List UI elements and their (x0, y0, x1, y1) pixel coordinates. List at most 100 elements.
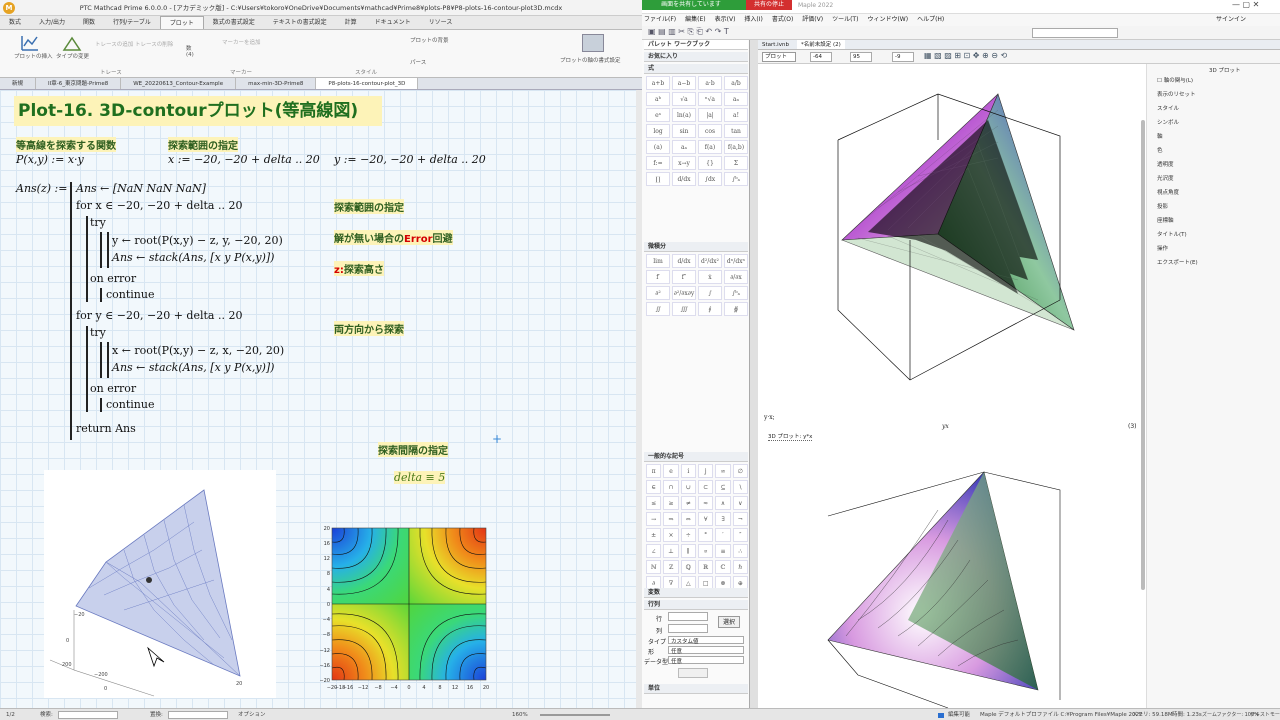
surface-plot-3d[interactable]: 200 0 −200 20 −20 0 (44, 470, 276, 698)
matrix-datatype-select[interactable]: 任意 (668, 656, 744, 665)
menu-window[interactable]: ウィンドウ(W) (867, 14, 908, 26)
doc-tab-tokyo[interactable]: II章-6_東京問題-Prime8 (36, 78, 122, 89)
palette-cell[interactable]: ∏ (646, 172, 670, 186)
theta-input[interactable]: -64 (810, 52, 832, 62)
maple-contour-surface-plot[interactable] (798, 460, 1118, 708)
palette-cell[interactable]: ⇔ (680, 512, 696, 526)
ribbon-tab-plot[interactable]: プロット (159, 16, 204, 29)
ribbon-tab-math[interactable]: 数式 (0, 16, 30, 29)
plot-background-button[interactable]: プロットの背景 (410, 36, 449, 44)
palette-cell[interactable]: ≤ (646, 496, 662, 510)
ribbon-tab-matrix[interactable]: 行列/テーブル (104, 16, 160, 29)
palette-cell[interactable]: ⊂ (697, 480, 714, 494)
ctx-title[interactable]: タイトル(T) (1157, 230, 1187, 238)
palette-cell[interactable]: ∈ (646, 480, 662, 494)
palette-matrix[interactable]: 行列 (644, 600, 748, 610)
doc-tab-contour-3d[interactable]: P8-plots-16-contour-plot_3D (316, 78, 419, 89)
ribbon-tab-text-format[interactable]: テキストの書式設定 (264, 16, 336, 29)
plot-mode-dropdown[interactable]: プロット (762, 52, 796, 62)
palette-cell[interactable]: a−b (672, 76, 696, 90)
palette-cell[interactable]: d/dx (672, 254, 696, 268)
palette-cell[interactable]: ∫ᵇₐ (724, 286, 748, 300)
palette-cell[interactable]: ∂/∂x (724, 270, 748, 284)
palette-cell[interactable]: ∝ (697, 544, 714, 558)
input-yx[interactable]: y·x; (764, 414, 775, 421)
ctx-color[interactable]: 色 (1157, 146, 1163, 154)
palette-cell[interactable]: ∂²/∂x∂y (672, 286, 696, 300)
ctx-export[interactable]: エクスポート(E) (1157, 258, 1198, 266)
palette-cell[interactable]: ∬ (646, 302, 670, 316)
plot-tool-icons[interactable]: ▦ ▧ ▨ ⊞ ⊡ ✥ ⊕ ⊖ ⟲ (924, 51, 1007, 60)
palette-cell[interactable]: ⁿ√a (698, 92, 722, 106)
ribbon-tab-io[interactable]: 入力/出力 (30, 16, 74, 29)
doc-tab-contour-example[interactable]: WE_20220613_Contour-Example (121, 78, 237, 89)
plot-axis-format-button[interactable]: プロットの軸の書式設定 (560, 56, 621, 64)
ctx-transparency[interactable]: 透明度 (1157, 160, 1174, 168)
palette-cell[interactable]: a! (724, 108, 748, 122)
palette-cell[interactable]: ¬ (732, 512, 748, 526)
psi-input[interactable]: -9 (892, 52, 914, 62)
find-input[interactable] (58, 711, 118, 719)
palette-cell[interactable]: cos (698, 124, 722, 138)
palette-cell[interactable]: ∀ (697, 512, 714, 526)
palette-splitter[interactable] (750, 40, 758, 708)
palette-cell[interactable]: ÷ (680, 528, 696, 542)
palette-cell[interactable]: lim (646, 254, 670, 268)
palette-cell[interactable]: ⊥ (663, 544, 679, 558)
palette-cell[interactable]: π (646, 464, 662, 478)
palette-cell[interactable]: ℏ (732, 560, 748, 574)
add-marker-button[interactable]: マーカーを追加 (222, 38, 261, 46)
maple-surface-plot[interactable] (798, 80, 1118, 400)
palette-cell[interactable]: ∭ (672, 302, 696, 316)
ribbon-tab-document[interactable]: ドキュメント (366, 16, 420, 29)
doc-tab-start[interactable]: Start.ivnb (762, 40, 789, 49)
stop-share-button[interactable]: 共有の停止 (746, 0, 792, 10)
palette-cell[interactable]: log (646, 124, 670, 138)
palette-cell[interactable]: ⇒ (663, 512, 679, 526)
zoom-slider[interactable] (540, 714, 610, 716)
palette-cell[interactable]: ∃ (715, 512, 731, 526)
palette-cell[interactable]: √a (672, 92, 696, 106)
palette-cell[interactable]: ∯ (724, 302, 748, 316)
palette-variables[interactable]: 変数 (644, 588, 748, 598)
palette-common-symbols[interactable]: 一般的な記号 (644, 452, 748, 462)
ctx-glossiness[interactable]: 光沢度 (1157, 174, 1174, 182)
menu-file[interactable]: ファイル(F) (644, 14, 676, 26)
palette-cell[interactable]: ″ (732, 528, 748, 542)
palette-cell[interactable]: ln(a) (672, 108, 696, 122)
change-type-button[interactable]: タイプの変更 (56, 52, 89, 60)
palette-cell[interactable]: ∥ (680, 544, 696, 558)
ribbon-tab-math-format[interactable]: 数式の書式設定 (204, 16, 264, 29)
add-trace-button[interactable]: トレースの追加 (95, 40, 133, 48)
palette-units[interactable]: 単位 (644, 684, 748, 694)
palette-cell[interactable]: ± (646, 528, 662, 542)
menu-format[interactable]: 書式(O) (772, 14, 793, 26)
palette-cell[interactable]: ∫ (698, 286, 722, 300)
matrix-type-select[interactable]: カスタム値 (668, 636, 744, 645)
palette-cell[interactable]: aₐ (672, 140, 696, 154)
menu-edit[interactable]: 編集(E) (685, 14, 705, 26)
palette-cell[interactable]: ℤ (663, 560, 679, 574)
palette-cell[interactable]: dⁿ/dxⁿ (724, 254, 748, 268)
menu-view[interactable]: 表示(V) (715, 14, 736, 26)
palette-cell[interactable]: tan (724, 124, 748, 138)
palette-cell[interactable]: ∂² (646, 286, 670, 300)
ans-program[interactable]: Ans(z) := Ans ← [NaN NaN NaN] for x ∈ −2… (16, 182, 316, 442)
palette-calculus[interactable]: 微積分 (644, 242, 748, 252)
palette-cell[interactable]: d²/dx² (698, 254, 722, 268)
palette-cell[interactable]: |a| (698, 108, 722, 122)
insert-plot-icon[interactable] (20, 34, 40, 52)
palette-cell[interactable]: ∴ (732, 544, 748, 558)
palette-favorites[interactable]: お気に入り (644, 52, 748, 62)
palette-cell[interactable]: eᵃ (646, 108, 670, 122)
matrix-select-button[interactable]: 選択 (718, 616, 740, 628)
doc-tab-untitled[interactable]: *名前未設定 (2) (796, 40, 845, 49)
palette-cell[interactable]: ∫dx (698, 172, 722, 186)
ctx-coordinates[interactable]: 座標軸 (1157, 216, 1174, 224)
ctx-axes-checkbox[interactable]: ☐ 軸の関与(L) (1157, 76, 1193, 84)
palette-cell[interactable]: j (697, 464, 714, 478)
matrix-rows-input[interactable] (668, 612, 708, 621)
def-x[interactable]: x := −20, −20 + delta .. 20 (168, 153, 320, 166)
palette-cell[interactable]: ′ (715, 528, 731, 542)
palette-cell[interactable]: f(a,b) (724, 140, 748, 154)
